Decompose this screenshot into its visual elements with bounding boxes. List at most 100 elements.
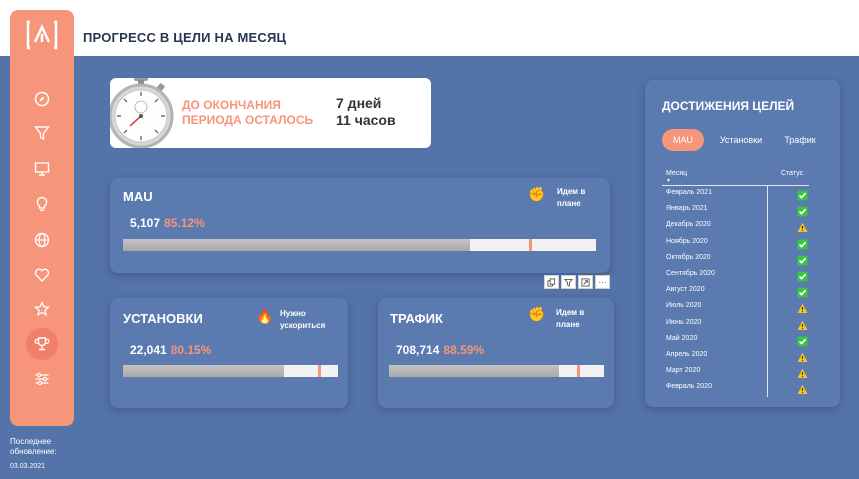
- checkmark-icon: [797, 285, 808, 298]
- installs-status-line1: Нужно: [280, 309, 306, 318]
- expand-icon[interactable]: [578, 275, 593, 289]
- checkmark-icon: [797, 204, 808, 217]
- mau-card-title: MAU: [123, 189, 153, 204]
- fire-icon: 🔥: [256, 308, 274, 324]
- logo-icon[interactable]: [26, 20, 58, 50]
- sort-indicator-icon[interactable]: ▼: [666, 178, 671, 184]
- traffic-target-marker: [577, 365, 581, 377]
- tab-installs[interactable]: Установки: [711, 129, 771, 151]
- visual-toolbar: ···: [544, 275, 610, 289]
- traffic-status-line1: Идем в: [556, 308, 585, 317]
- traffic-progress-bar: [389, 365, 604, 377]
- installs-card: УСТАНОВКИ 🔥 Нужно ускориться 22,041 80.15…: [110, 298, 348, 408]
- row-month: Июнь 2020: [666, 318, 702, 326]
- traffic-card: ТРАФИК ✊ Идем в плане 708,714 88.59%: [378, 298, 614, 408]
- table-row: Май 2020: [662, 332, 822, 348]
- installs-percent: 80.15%: [170, 343, 212, 357]
- timer-label-line1: ДО ОКОНЧАНИЯ: [182, 98, 281, 112]
- nav-lightbulb-icon[interactable]: [26, 188, 58, 220]
- row-month: Август 2020: [666, 286, 705, 294]
- warning-icon: [797, 382, 808, 395]
- row-month: Ноябрь 2020: [666, 237, 708, 245]
- installs-value: 22,041: [130, 343, 167, 357]
- checkmark-icon: [797, 237, 808, 250]
- mau-status-line2: плане: [557, 199, 581, 208]
- installs-progress-fill: [123, 365, 285, 377]
- installs-progress-bar: [123, 365, 338, 377]
- table-row: Февраль 2021: [662, 186, 822, 202]
- row-month: Сентябрь 2020: [666, 270, 715, 277]
- nav-heart-icon[interactable]: [26, 259, 58, 291]
- row-month: Май 2020: [666, 334, 698, 342]
- table-row: Сентябрь 2020: [662, 267, 822, 283]
- warning-icon: [797, 366, 808, 379]
- traffic-status: Идем в плане: [556, 307, 584, 331]
- mau-metric: 5,107 85.12%: [130, 216, 205, 230]
- column-header-status[interactable]: Статус: [781, 170, 803, 177]
- nav-funnel-icon[interactable]: [26, 117, 58, 149]
- mau-percent: 85.12%: [164, 216, 205, 230]
- table-row: Октябрь 2020: [662, 251, 822, 267]
- row-month: Март 2020: [666, 367, 701, 375]
- nav-star-icon[interactable]: [26, 293, 58, 325]
- stopwatch-icon: [110, 78, 176, 148]
- nav-trophy-icon[interactable]: [26, 328, 58, 360]
- table-row: Август 2020: [662, 283, 822, 299]
- installs-status: Нужно ускориться: [280, 308, 325, 332]
- tab-mau[interactable]: MAU: [662, 129, 704, 151]
- mau-value: 5,107: [130, 216, 161, 230]
- timer-value: 7 дней 11 часов: [336, 95, 396, 129]
- table-row: Июнь 2020: [662, 316, 822, 332]
- mau-target-marker: [528, 239, 532, 251]
- installs-card-title: УСТАНОВКИ: [123, 311, 203, 326]
- checkmark-icon: [797, 188, 808, 201]
- sidebar: [10, 10, 74, 426]
- row-month: Октябрь 2020: [666, 253, 711, 261]
- fist-icon: ✊: [528, 186, 546, 202]
- table-row: Декабрь 2020: [662, 218, 822, 234]
- row-month: Февраль 2021: [666, 189, 712, 196]
- timer-label-line2: ПЕРИОДА ОСТАЛОСЬ: [182, 113, 314, 127]
- traffic-value: 708,714: [396, 343, 440, 357]
- nav-compass-icon[interactable]: [26, 83, 58, 115]
- installs-target-marker: [317, 365, 321, 377]
- more-icon[interactable]: ···: [595, 275, 610, 289]
- timer-days: 7 дней: [336, 95, 382, 111]
- table-row: Январь 2021: [662, 202, 822, 218]
- filter-icon[interactable]: [561, 275, 576, 289]
- copy-icon[interactable]: [544, 275, 559, 289]
- goals-title: ДОСТИЖЕНИЯ ЦЕЛЕЙ: [662, 99, 795, 113]
- mau-status-line1: Идем в: [557, 187, 586, 196]
- mau-status: Идем в плане: [557, 186, 585, 210]
- nav-monitor-icon[interactable]: [26, 153, 58, 185]
- dashboard-page: ПРОГРЕСС В ЦЕЛИ НА МЕСЯЦ Последнее обнов…: [0, 0, 859, 479]
- table-row: Июль 2020: [662, 299, 822, 315]
- page-title: ПРОГРЕСС В ЦЕЛИ НА МЕСЯЦ: [83, 30, 287, 45]
- traffic-card-title: ТРАФИК: [390, 311, 443, 326]
- nav-globe-icon[interactable]: [26, 224, 58, 256]
- checkmark-icon: [797, 253, 808, 266]
- warning-icon: [797, 318, 808, 330]
- fist-icon: ✊: [528, 306, 546, 322]
- last-update-date: 03.03.2021: [10, 463, 46, 470]
- row-month: Декабрь 2020: [666, 221, 711, 229]
- table-row: Ноябрь 2020: [662, 235, 822, 251]
- column-header-month[interactable]: Месяц: [666, 170, 687, 177]
- installs-metric: 22,041 80.15%: [130, 343, 211, 357]
- installs-status-line2: ускориться: [280, 321, 326, 330]
- table-row: Февраль 2020: [662, 380, 822, 396]
- table-row: Апрель 2020: [662, 348, 822, 364]
- row-month: Июль 2020: [666, 302, 702, 310]
- tab-traffic[interactable]: Трафик: [777, 129, 823, 151]
- timer-hours: 11 часов: [336, 112, 396, 128]
- traffic-metric: 708,714 88.59%: [396, 343, 484, 357]
- checkmark-icon: [797, 334, 808, 347]
- goals-card: ДОСТИЖЕНИЯ ЦЕЛЕЙ MAU Установки Трафик Ме…: [645, 80, 840, 407]
- nav-sliders-icon[interactable]: [26, 363, 58, 395]
- mau-card: MAU ✊ Идем в плане 5,107 85.12%: [110, 178, 610, 273]
- timer-label: ДО ОКОНЧАНИЯ ПЕРИОДА ОСТАЛОСЬ: [182, 98, 313, 128]
- mau-progress-fill: [123, 239, 470, 251]
- mau-progress-bar: [123, 239, 596, 251]
- warning-icon: [797, 220, 808, 233]
- warning-icon: [797, 301, 808, 314]
